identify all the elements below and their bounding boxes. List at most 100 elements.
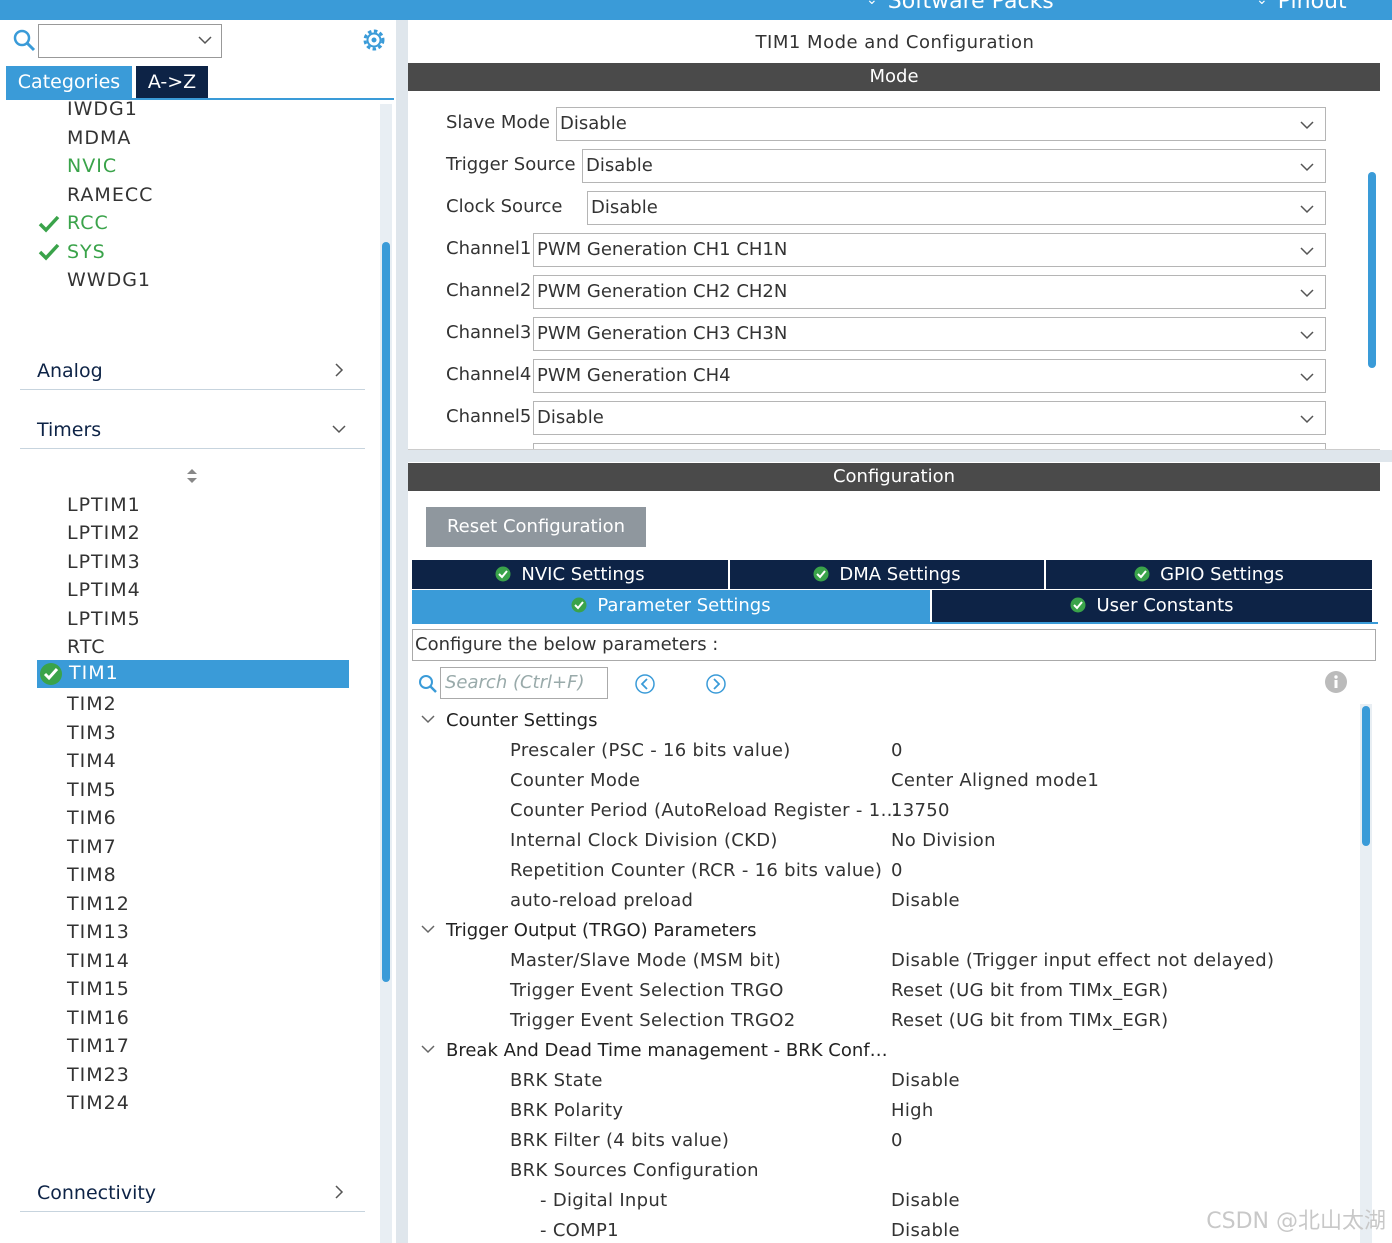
sort-icon[interactable] [186, 468, 198, 484]
param-name: Prescaler (PSC - 16 bits value) [510, 740, 791, 761]
list-item[interactable]: TIM6 [67, 807, 117, 829]
list-item[interactable]: NVIC [67, 155, 117, 177]
list-item[interactable]: LPTIM4 [67, 579, 141, 601]
list-item[interactable]: TIM7 [67, 836, 117, 858]
channel2-dropdown[interactable]: PWM Generation CH2 CH2N [533, 275, 1326, 309]
tab-a-to-z[interactable]: A->Z [136, 66, 208, 98]
list-item[interactable]: RTC [67, 636, 106, 658]
list-item[interactable]: LPTIM5 [67, 608, 141, 630]
param-value[interactable]: 0 [891, 740, 903, 761]
list-item[interactable]: MDMA [67, 127, 131, 149]
param-value[interactable]: Reset (UG bit from TIMx_EGR) [891, 1010, 1168, 1031]
check-circle-icon [813, 566, 829, 582]
category-search-dropdown[interactable] [38, 24, 222, 58]
parameter-scrollbar-thumb[interactable] [1362, 706, 1370, 846]
list-item[interactable]: TIM15 [67, 978, 130, 1000]
param-name: Trigger Event Selection TRGO2 [510, 1010, 796, 1031]
previous-match-icon[interactable] [634, 673, 656, 695]
list-item[interactable]: TIM5 [67, 779, 117, 801]
checkmark-icon [38, 243, 60, 261]
list-item[interactable]: IWDG1 [67, 100, 138, 120]
parameter-search-input[interactable]: Search (Ctrl+F) [440, 667, 608, 699]
list-item[interactable]: TIM12 [67, 893, 130, 915]
group-break-dead-time[interactable]: Break And Dead Time management - BRK Con… [420, 1040, 888, 1061]
tab-dma-settings[interactable]: DMA Settings [730, 560, 1044, 589]
param-value[interactable]: Disable [891, 1070, 960, 1091]
param-value[interactable]: Disable [891, 1190, 960, 1211]
slave-mode-dropdown[interactable]: Disable [556, 107, 1326, 141]
channel3-dropdown[interactable]: PWM Generation CH3 CH3N [533, 317, 1326, 351]
scrollbar-thumb[interactable] [382, 242, 390, 982]
list-item[interactable]: RCC [67, 212, 109, 234]
list-item[interactable]: TIM8 [67, 864, 117, 886]
mode-section: Slave Mode Disable Trigger Source Disabl… [408, 92, 1380, 450]
group-trigger-output[interactable]: Trigger Output (TRGO) Parameters [420, 920, 756, 941]
section-timers[interactable]: Timers [20, 419, 365, 449]
chevron-down-icon [1300, 163, 1314, 172]
tab-gpio-settings[interactable]: GPIO Settings [1046, 560, 1372, 589]
param-value[interactable]: Disable (Trigger input effect not delaye… [891, 950, 1274, 971]
chevron-down-icon [421, 715, 435, 724]
param-value[interactable]: Disable [891, 1220, 960, 1241]
list-item[interactable]: LPTIM3 [67, 551, 141, 573]
mode-scrollbar-thumb[interactable] [1368, 172, 1376, 368]
list-item[interactable]: RAMECC [67, 184, 153, 206]
search-icon[interactable] [12, 28, 36, 52]
param-value[interactable]: High [891, 1100, 934, 1121]
param-name: Counter Mode [510, 770, 641, 791]
software-packs-menu[interactable]: ⌄ Software Packs [866, 0, 1054, 14]
list-item[interactable]: TIM4 [67, 750, 117, 772]
group-counter-settings[interactable]: Counter Settings [420, 710, 597, 731]
list-item[interactable]: TIM24 [67, 1092, 130, 1114]
chevron-right-icon [335, 363, 344, 377]
gear-icon[interactable] [360, 26, 388, 54]
param-name: - Digital Input [540, 1190, 668, 1211]
list-item[interactable]: LPTIM1 [67, 494, 141, 516]
list-item[interactable]: TIM2 [67, 693, 117, 715]
param-value[interactable]: No Division [891, 830, 996, 851]
section-analog[interactable]: Analog [20, 360, 365, 390]
list-item[interactable]: SYS [67, 241, 106, 263]
param-value[interactable]: 0 [891, 860, 903, 881]
tab-parameter-settings[interactable]: Parameter Settings [412, 590, 930, 622]
list-item[interactable]: TIM16 [67, 1007, 130, 1029]
tab-user-constants[interactable]: User Constants [932, 590, 1372, 622]
list-item-selected[interactable]: TIM1 [37, 660, 349, 688]
section-splitter[interactable] [408, 450, 1392, 462]
tab-nvic-settings[interactable]: NVIC Settings [412, 560, 728, 589]
channel5-dropdown[interactable]: Disable [533, 401, 1326, 435]
section-connectivity[interactable]: Connectivity [20, 1182, 365, 1212]
trigger-source-dropdown[interactable]: Disable [582, 149, 1326, 183]
chevron-down-icon [1300, 415, 1314, 424]
search-icon [419, 675, 437, 693]
param-value[interactable]: Disable [891, 890, 960, 911]
info-icon[interactable] [1324, 670, 1348, 694]
list-item[interactable]: TIM14 [67, 950, 130, 972]
chevron-right-icon [335, 1185, 344, 1199]
channel1-dropdown[interactable]: PWM Generation CH1 CH1N [533, 233, 1326, 267]
channel4-dropdown[interactable]: PWM Generation CH4 [533, 359, 1326, 393]
tab-categories[interactable]: Categories [6, 66, 132, 98]
list-item[interactable]: LPTIM2 [67, 522, 141, 544]
reset-configuration-button[interactable]: Reset Configuration [426, 507, 646, 547]
param-value[interactable]: 0 [891, 1130, 903, 1151]
next-match-icon[interactable] [705, 673, 727, 695]
chevron-down-icon [1300, 373, 1314, 382]
param-value[interactable]: 13750 [891, 800, 950, 821]
list-item[interactable]: TIM23 [67, 1064, 130, 1086]
chevron-down-icon [1300, 121, 1314, 130]
page-title: TIM1 Mode and Configuration [755, 32, 1035, 53]
list-item[interactable]: TIM13 [67, 921, 130, 943]
pinout-menu[interactable]: ⌄ Pinout [1256, 0, 1347, 14]
chevron-down-icon [1300, 289, 1314, 298]
param-value[interactable]: Reset (UG bit from TIMx_EGR) [891, 980, 1168, 1001]
panel-splitter[interactable] [396, 20, 408, 1243]
channel6-dropdown[interactable] [533, 443, 1326, 449]
param-value[interactable]: Center Aligned mode1 [891, 770, 1099, 791]
list-item[interactable]: TIM3 [67, 722, 117, 744]
chevron-down-icon [421, 925, 435, 934]
list-item[interactable]: WWDG1 [67, 269, 151, 291]
clock-source-dropdown[interactable]: Disable [587, 191, 1326, 225]
check-circle-icon [40, 663, 62, 685]
list-item[interactable]: TIM17 [67, 1035, 130, 1057]
